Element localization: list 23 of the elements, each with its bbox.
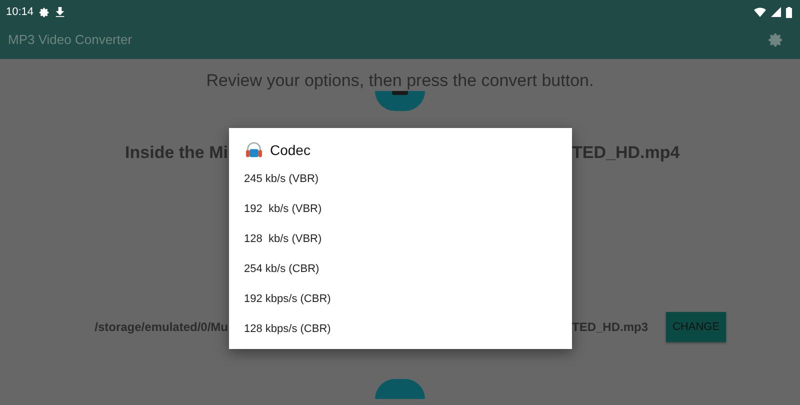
codec-option[interactable]: 128 kb/s (VBR) [229, 228, 572, 258]
dialog-title: Codec [270, 142, 310, 158]
wifi-icon [754, 7, 766, 17]
codec-option[interactable]: 245 kb/s (VBR) [229, 168, 572, 198]
clock-time: 10:14 [6, 6, 34, 18]
round-button[interactable] [375, 91, 425, 111]
codec-option[interactable]: 254 kb/s (CBR) [229, 258, 572, 288]
app-title: MP3 Video Converter [8, 32, 132, 47]
signal-icon [771, 7, 781, 17]
headphones-icon [245, 142, 263, 158]
codec-option[interactable]: 128 kbps/s (CBR) [229, 318, 572, 348]
gear-icon [38, 6, 50, 18]
battery-icon [786, 6, 792, 18]
file-name: Inside the Mi [125, 143, 228, 163]
codec-option[interactable]: 192 kbps/s (CBR) [229, 288, 572, 318]
output-path: TED_HD.mp3 [572, 320, 648, 334]
settings-icon[interactable] [768, 32, 784, 48]
download-icon [54, 7, 65, 17]
round-button[interactable] [375, 379, 425, 399]
instruction-text: Review your options, then press the convert button. [206, 71, 594, 91]
codec-option[interactable]: 192 kb/s (VBR) [229, 198, 572, 228]
file-name: TED_HD.mp4 [572, 143, 680, 163]
output-path: /storage/emulated/0/Mu [94, 320, 228, 334]
